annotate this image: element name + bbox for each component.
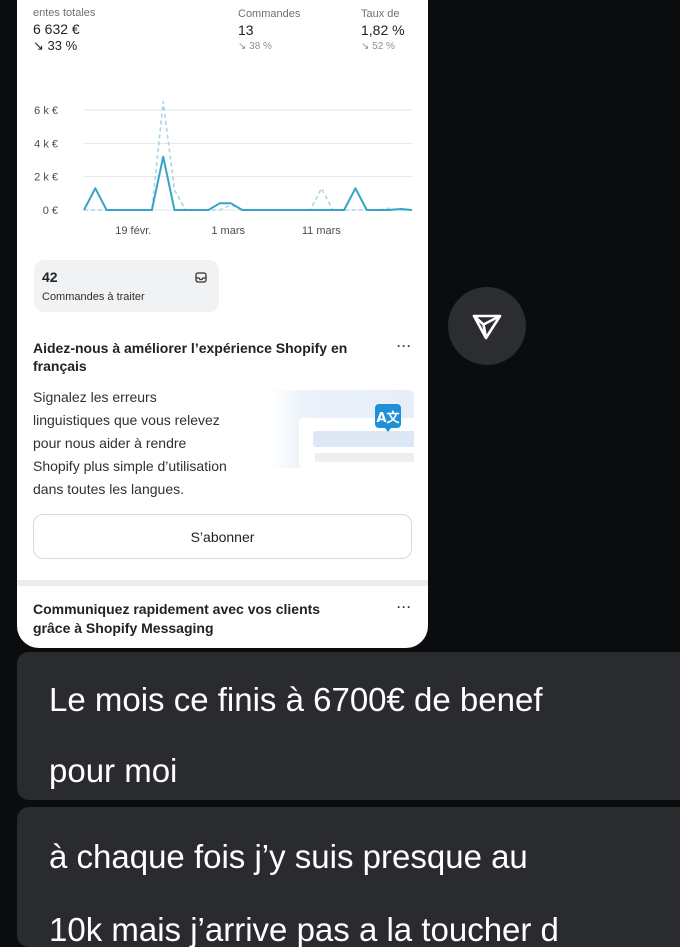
metric-delta: ↘ 38 % bbox=[238, 41, 272, 52]
translate-icon: A文 bbox=[375, 404, 401, 432]
metric-delta: ↘ 52 % bbox=[361, 41, 395, 52]
sales-line-chart: 6 k € 4 k € 2 k € 0 € 19 févr. 1 mars 11 mars bbox=[34, 100, 413, 237]
message-line: 10k mais j’arrive pas a la toucher d bbox=[49, 911, 559, 947]
comparison-series-line bbox=[84, 100, 412, 211]
metric-value: 1,82 % bbox=[361, 22, 405, 38]
y-tick-label: 4 k € bbox=[34, 138, 58, 150]
message-line: à chaque fois j’y suis presque au bbox=[49, 838, 528, 875]
help-card-text: Signalez les erreurs linguistiques que v… bbox=[33, 386, 263, 501]
y-tick-label: 0 € bbox=[43, 205, 58, 217]
chat-message-bubble[interactable]: Le mois ce finis à 6700€ de benef pour m… bbox=[17, 652, 680, 800]
help-text-line: Shopify plus simple d’utilisation bbox=[33, 458, 227, 474]
sales-series-line bbox=[83, 155, 413, 211]
x-tick-label: 11 mars bbox=[302, 225, 341, 237]
metric-delta: ↘ 33 % bbox=[33, 38, 78, 53]
metric-label: Commandes bbox=[238, 8, 301, 20]
metric-total-sales[interactable]: entes totales 6 632 € ↘ 33 % bbox=[33, 7, 95, 54]
share-send-button[interactable] bbox=[448, 287, 526, 365]
help-text-line: pour nous aider à rendre bbox=[33, 435, 187, 451]
metrics-row: entes totales 6 632 € ↘ 33 % Commandes 1… bbox=[17, 7, 428, 58]
orders-to-process-count: 42 bbox=[42, 269, 58, 285]
metric-label: entes totales bbox=[33, 7, 96, 19]
svg-text:A文: A文 bbox=[376, 410, 400, 426]
metric-label: Taux de bbox=[361, 8, 400, 20]
metric-value: 6 632 € bbox=[33, 21, 80, 37]
menu-dots-icon[interactable]: ··· bbox=[397, 600, 412, 614]
y-tick-label: 2 k € bbox=[34, 172, 58, 184]
menu-dots-icon[interactable]: ··· bbox=[397, 339, 412, 353]
orders-to-process-label: Commandes à traiter bbox=[42, 291, 145, 303]
help-text-line: dans toutes les langues. bbox=[33, 481, 184, 497]
x-tick-label: 1 mars bbox=[211, 225, 245, 237]
help-text-line: Signalez les erreurs bbox=[33, 389, 157, 405]
metric-value: 13 bbox=[238, 22, 254, 38]
message-line: Le mois ce finis à 6700€ de benef bbox=[49, 681, 543, 718]
inbox-icon bbox=[195, 272, 207, 283]
metric-orders[interactable]: Commandes 13 ↘ 38 % bbox=[238, 8, 300, 52]
subscribe-button[interactable]: S’abonner bbox=[33, 514, 412, 559]
chat-message-bubble[interactable]: à chaque fois j’y suis presque au 10k ma… bbox=[17, 807, 680, 947]
metric-conversion-rate[interactable]: Taux de 1,82 % ↘ 52 % bbox=[361, 8, 405, 52]
help-text-line: linguistiques que vous relevez bbox=[33, 412, 220, 428]
orders-to-process-card[interactable]: 42 Commandes à traiter bbox=[34, 260, 219, 312]
messaging-card-title: Communiquez rapidement avec vos clients … bbox=[33, 601, 321, 636]
translation-illustration: A文 bbox=[269, 390, 414, 468]
help-card-title: Aidez-nous à améliorer l’expérience Shop… bbox=[33, 340, 348, 374]
x-tick-label: 19 févr. bbox=[115, 225, 151, 237]
share-send-icon bbox=[472, 314, 502, 340]
shopify-screenshot-card: entes totales 6 632 € ↘ 33 % Commandes 1… bbox=[17, 0, 428, 648]
y-tick-label: 6 k € bbox=[34, 105, 58, 117]
message-line: pour moi bbox=[49, 752, 178, 789]
